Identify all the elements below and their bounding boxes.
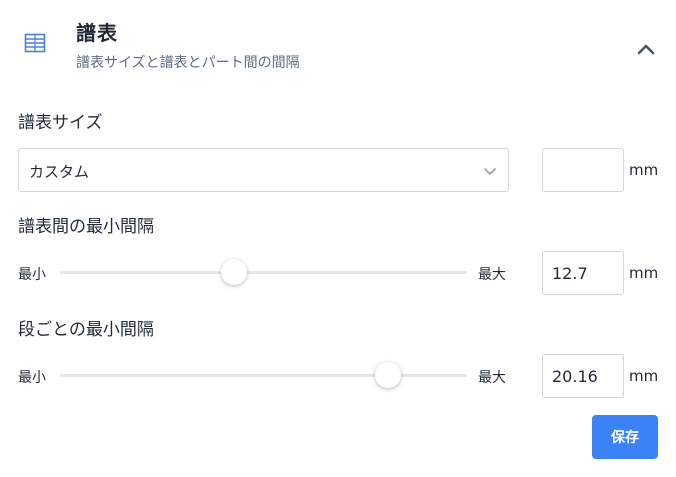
staff-size-label: 譜表サイズ <box>18 113 103 133</box>
chevron-up-icon <box>637 40 655 59</box>
min-system-spacing-label: 段ごとの最小間隔 <box>18 320 154 340</box>
min-staff-spacing-min-label: 最小 <box>18 267 46 283</box>
min-system-spacing-input[interactable] <box>542 354 624 398</box>
min-system-spacing-max-label: 最大 <box>478 370 506 386</box>
save-button[interactable]: 保存 <box>592 415 658 459</box>
staff-size-select-value: カスタム <box>29 163 90 181</box>
min-staff-spacing-slider-thumb[interactable] <box>221 259 248 285</box>
staff-size-select[interactable]: カスタム <box>18 148 509 192</box>
collapse-button[interactable] <box>632 36 660 62</box>
min-system-spacing-slider-thumb[interactable] <box>375 362 402 388</box>
min-staff-spacing-input[interactable] <box>542 251 624 295</box>
min-system-spacing-slider[interactable] <box>60 362 467 388</box>
min-staff-spacing-label: 譜表間の最小間隔 <box>18 217 154 237</box>
chevron-down-icon <box>482 163 498 179</box>
min-system-spacing-min-label: 最小 <box>18 370 46 386</box>
staff-size-unit: mm <box>629 161 659 179</box>
staff-settings-panel: 譜表 譜表サイズと譜表とパート間の間隔 譜表サイズ カスタム mm 譜表間の最小… <box>0 0 676 477</box>
staff-size-input[interactable] <box>542 148 624 192</box>
min-staff-spacing-unit: mm <box>629 264 659 282</box>
min-system-spacing-unit: mm <box>629 367 659 385</box>
min-staff-spacing-max-label: 最大 <box>478 267 506 283</box>
staff-lines-icon <box>24 33 46 53</box>
min-staff-spacing-slider[interactable] <box>60 259 467 285</box>
panel-title: 譜表 <box>76 21 118 45</box>
panel-subtitle: 譜表サイズと譜表とパート間の間隔 <box>76 55 300 71</box>
